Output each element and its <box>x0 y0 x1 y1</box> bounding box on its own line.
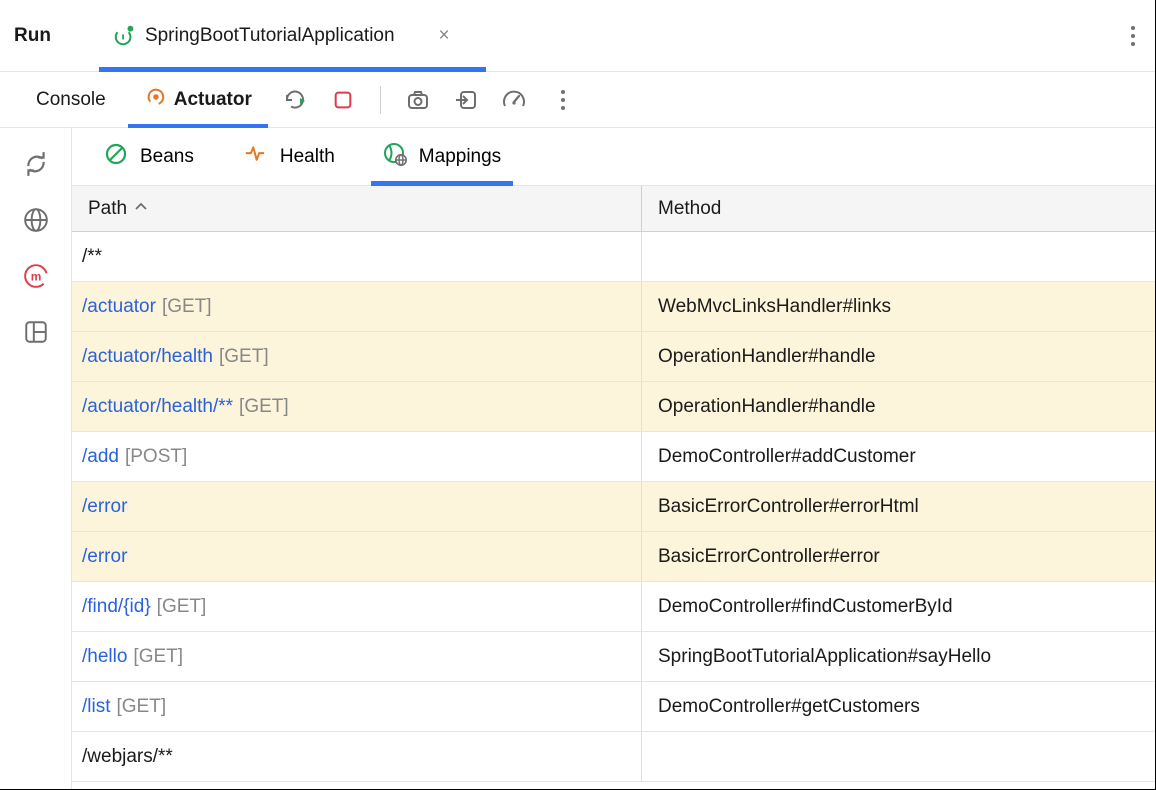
path-text[interactable]: /hello <box>82 646 127 668</box>
table-row[interactable]: /webjars/** <box>72 732 1155 782</box>
cell-method: DemoController#addCustomer <box>642 432 1155 481</box>
tab-beans[interactable]: Beans <box>104 128 194 185</box>
http-method: [GET] <box>157 596 207 618</box>
cell-method: OperationHandler#handle <box>642 332 1155 381</box>
cell-path: /** <box>72 232 642 281</box>
cell-method: OperationHandler#handle <box>642 382 1155 431</box>
cell-method: BasicErrorController#errorHtml <box>642 482 1155 531</box>
path-text[interactable]: /add <box>82 446 119 468</box>
cell-path: /find/{id} [GET] <box>72 582 642 631</box>
run-config-tab[interactable]: SpringBootTutorialApplication × <box>107 0 456 71</box>
table-row[interactable]: /hello [GET]SpringBootTutorialApplicatio… <box>72 632 1155 682</box>
cell-path: /actuator/health [GET] <box>72 332 642 381</box>
http-method: [GET] <box>117 696 167 718</box>
more-toolbar-icon[interactable] <box>555 90 571 110</box>
mappings-table: Path Method /**/actuator [GET]WebMvcLink… <box>72 186 1155 789</box>
table-row[interactable]: /actuator/health [GET]OperationHandler#h… <box>72 332 1155 382</box>
tab-mappings-label: Mappings <box>419 146 501 168</box>
tab-actuator-label: Actuator <box>174 89 252 111</box>
column-header-path[interactable]: Path <box>72 186 642 231</box>
target-icon <box>144 86 166 114</box>
path-text[interactable]: /actuator/health/** <box>82 396 233 418</box>
cell-path: /webjars/** <box>72 732 642 781</box>
sort-asc-icon <box>135 201 147 216</box>
table-header-row: Path Method <box>72 186 1155 232</box>
http-method: [GET] <box>133 646 183 668</box>
method-header-label: Method <box>658 198 721 220</box>
table-row[interactable]: /add [POST]DemoController#addCustomer <box>72 432 1155 482</box>
left-rail: m <box>0 128 72 789</box>
tab-health-label: Health <box>280 146 335 168</box>
cell-method: WebMvcLinksHandler#links <box>642 282 1155 331</box>
http-method: [GET] <box>162 296 212 318</box>
table-row[interactable]: /error BasicErrorController#errorHtml <box>72 482 1155 532</box>
cell-path: /hello [GET] <box>72 632 642 681</box>
tab-mappings[interactable]: Mappings <box>383 128 501 185</box>
path-text[interactable]: /find/{id} <box>82 596 151 618</box>
path-header-label: Path <box>88 198 127 220</box>
separator <box>380 86 381 114</box>
path-text[interactable]: /actuator <box>82 296 156 318</box>
http-method: [POST] <box>125 446 187 468</box>
metrics-m-icon[interactable]: m <box>22 262 50 290</box>
table-row[interactable]: /find/{id} [GET]DemoController#findCusto… <box>72 582 1155 632</box>
http-method: [GET] <box>219 346 269 368</box>
cell-path: /add [POST] <box>72 432 642 481</box>
diagram-icon[interactable] <box>22 318 50 346</box>
actuator-inner-tabs: Beans Health <box>72 128 1155 186</box>
cell-path: /error <box>72 532 642 581</box>
refresh-icon[interactable] <box>22 150 50 178</box>
column-header-method[interactable]: Method <box>642 186 1155 231</box>
actuator-toolbar: Console Actuator <box>0 72 1155 128</box>
forbidden-icon <box>104 142 128 172</box>
more-icon[interactable] <box>1125 26 1141 46</box>
path-text[interactable]: /error <box>82 496 127 518</box>
gauge-icon[interactable] <box>499 85 529 115</box>
stop-button[interactable] <box>328 85 358 115</box>
path-text[interactable]: /actuator/health <box>82 346 213 368</box>
spring-boot-icon <box>113 25 135 47</box>
cell-method <box>642 732 1155 781</box>
path-text: /webjars/** <box>82 746 173 768</box>
globe-icon[interactable] <box>22 206 50 234</box>
cell-method <box>642 232 1155 281</box>
globe-leaf-icon <box>383 142 407 172</box>
cell-method: SpringBootTutorialApplication#sayHello <box>642 632 1155 681</box>
cell-method: BasicErrorController#error <box>642 532 1155 581</box>
tab-console-label: Console <box>36 89 106 111</box>
content-area: Beans Health <box>72 128 1155 789</box>
http-method: [GET] <box>239 396 289 418</box>
cell-path: /error <box>72 482 642 531</box>
table-row[interactable]: /list [GET]DemoController#getCustomers <box>72 682 1155 732</box>
exit-icon[interactable] <box>451 85 481 115</box>
run-tool-window-header: Run SpringBootTutorialApplication × <box>0 0 1155 72</box>
path-text[interactable]: /error <box>82 546 127 568</box>
table-row[interactable]: /** <box>72 232 1155 282</box>
tab-health[interactable]: Health <box>242 128 335 185</box>
close-icon[interactable]: × <box>439 25 450 47</box>
cell-method: DemoController#findCustomerById <box>642 582 1155 631</box>
rerun-button[interactable] <box>280 85 310 115</box>
cell-method: DemoController#getCustomers <box>642 682 1155 731</box>
tab-console[interactable]: Console <box>26 72 116 127</box>
table-row[interactable]: /actuator/health/** [GET]OperationHandle… <box>72 382 1155 432</box>
camera-icon[interactable] <box>403 85 433 115</box>
cell-path: /actuator/health/** [GET] <box>72 382 642 431</box>
svg-text:m: m <box>30 269 41 283</box>
cell-path: /actuator [GET] <box>72 282 642 331</box>
pulse-icon <box>242 144 268 170</box>
run-config-name: SpringBootTutorialApplication <box>145 25 395 47</box>
tab-beans-label: Beans <box>140 146 194 168</box>
table-row[interactable]: /actuator [GET]WebMvcLinksHandler#links <box>72 282 1155 332</box>
actuator-body: m Beans <box>0 128 1155 789</box>
tab-actuator[interactable]: Actuator <box>134 72 262 127</box>
table-row[interactable]: /error BasicErrorController#error <box>72 532 1155 582</box>
path-text: /** <box>82 246 102 268</box>
cell-path: /list [GET] <box>72 682 642 731</box>
run-title: Run <box>14 25 51 47</box>
path-text[interactable]: /list <box>82 696 111 718</box>
